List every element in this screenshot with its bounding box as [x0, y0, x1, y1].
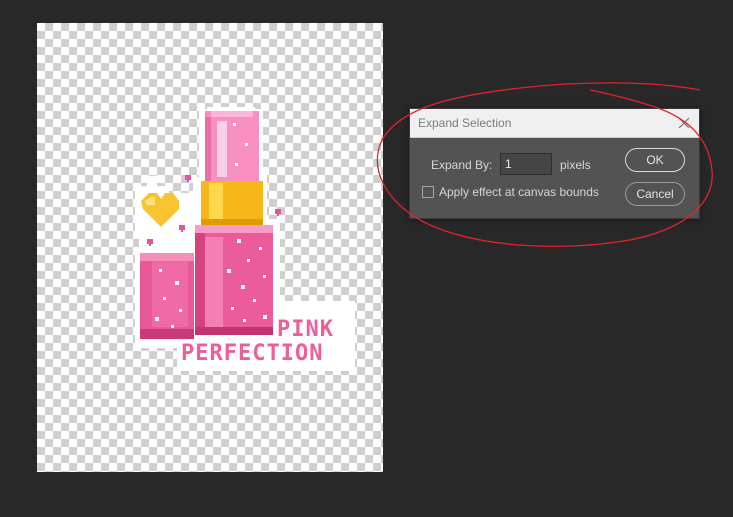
workspace: PINK PERFECTION Expand Selection Expand … — [0, 0, 733, 517]
dialog-titlebar[interactable]: Expand Selection — [410, 109, 699, 138]
artwork-text-line2: PERFECTION — [181, 341, 323, 366]
ok-button[interactable]: OK — [625, 148, 685, 172]
cancel-button[interactable]: Cancel — [625, 182, 685, 206]
dialog-title: Expand Selection — [418, 116, 512, 130]
close-icon — [678, 117, 690, 129]
expand-by-label: Expand By: — [431, 158, 493, 172]
canvas-bounds-label[interactable]: Apply effect at canvas bounds — [439, 185, 599, 199]
expand-selection-dialog: Expand Selection Expand By: pixels Apply… — [409, 108, 700, 219]
artwork-text-line1: PINK — [277, 317, 334, 342]
unit-label: pixels — [560, 158, 591, 172]
lipstick-bullet — [205, 111, 259, 183]
close-button[interactable] — [675, 114, 693, 132]
document-canvas[interactable]: PINK PERFECTION — [37, 23, 383, 472]
lipstick-sticker-artwork: PINK PERFECTION — [135, 107, 355, 371]
canvas-bounds-checkbox[interactable] — [422, 186, 434, 198]
expand-by-input[interactable] — [500, 153, 552, 175]
